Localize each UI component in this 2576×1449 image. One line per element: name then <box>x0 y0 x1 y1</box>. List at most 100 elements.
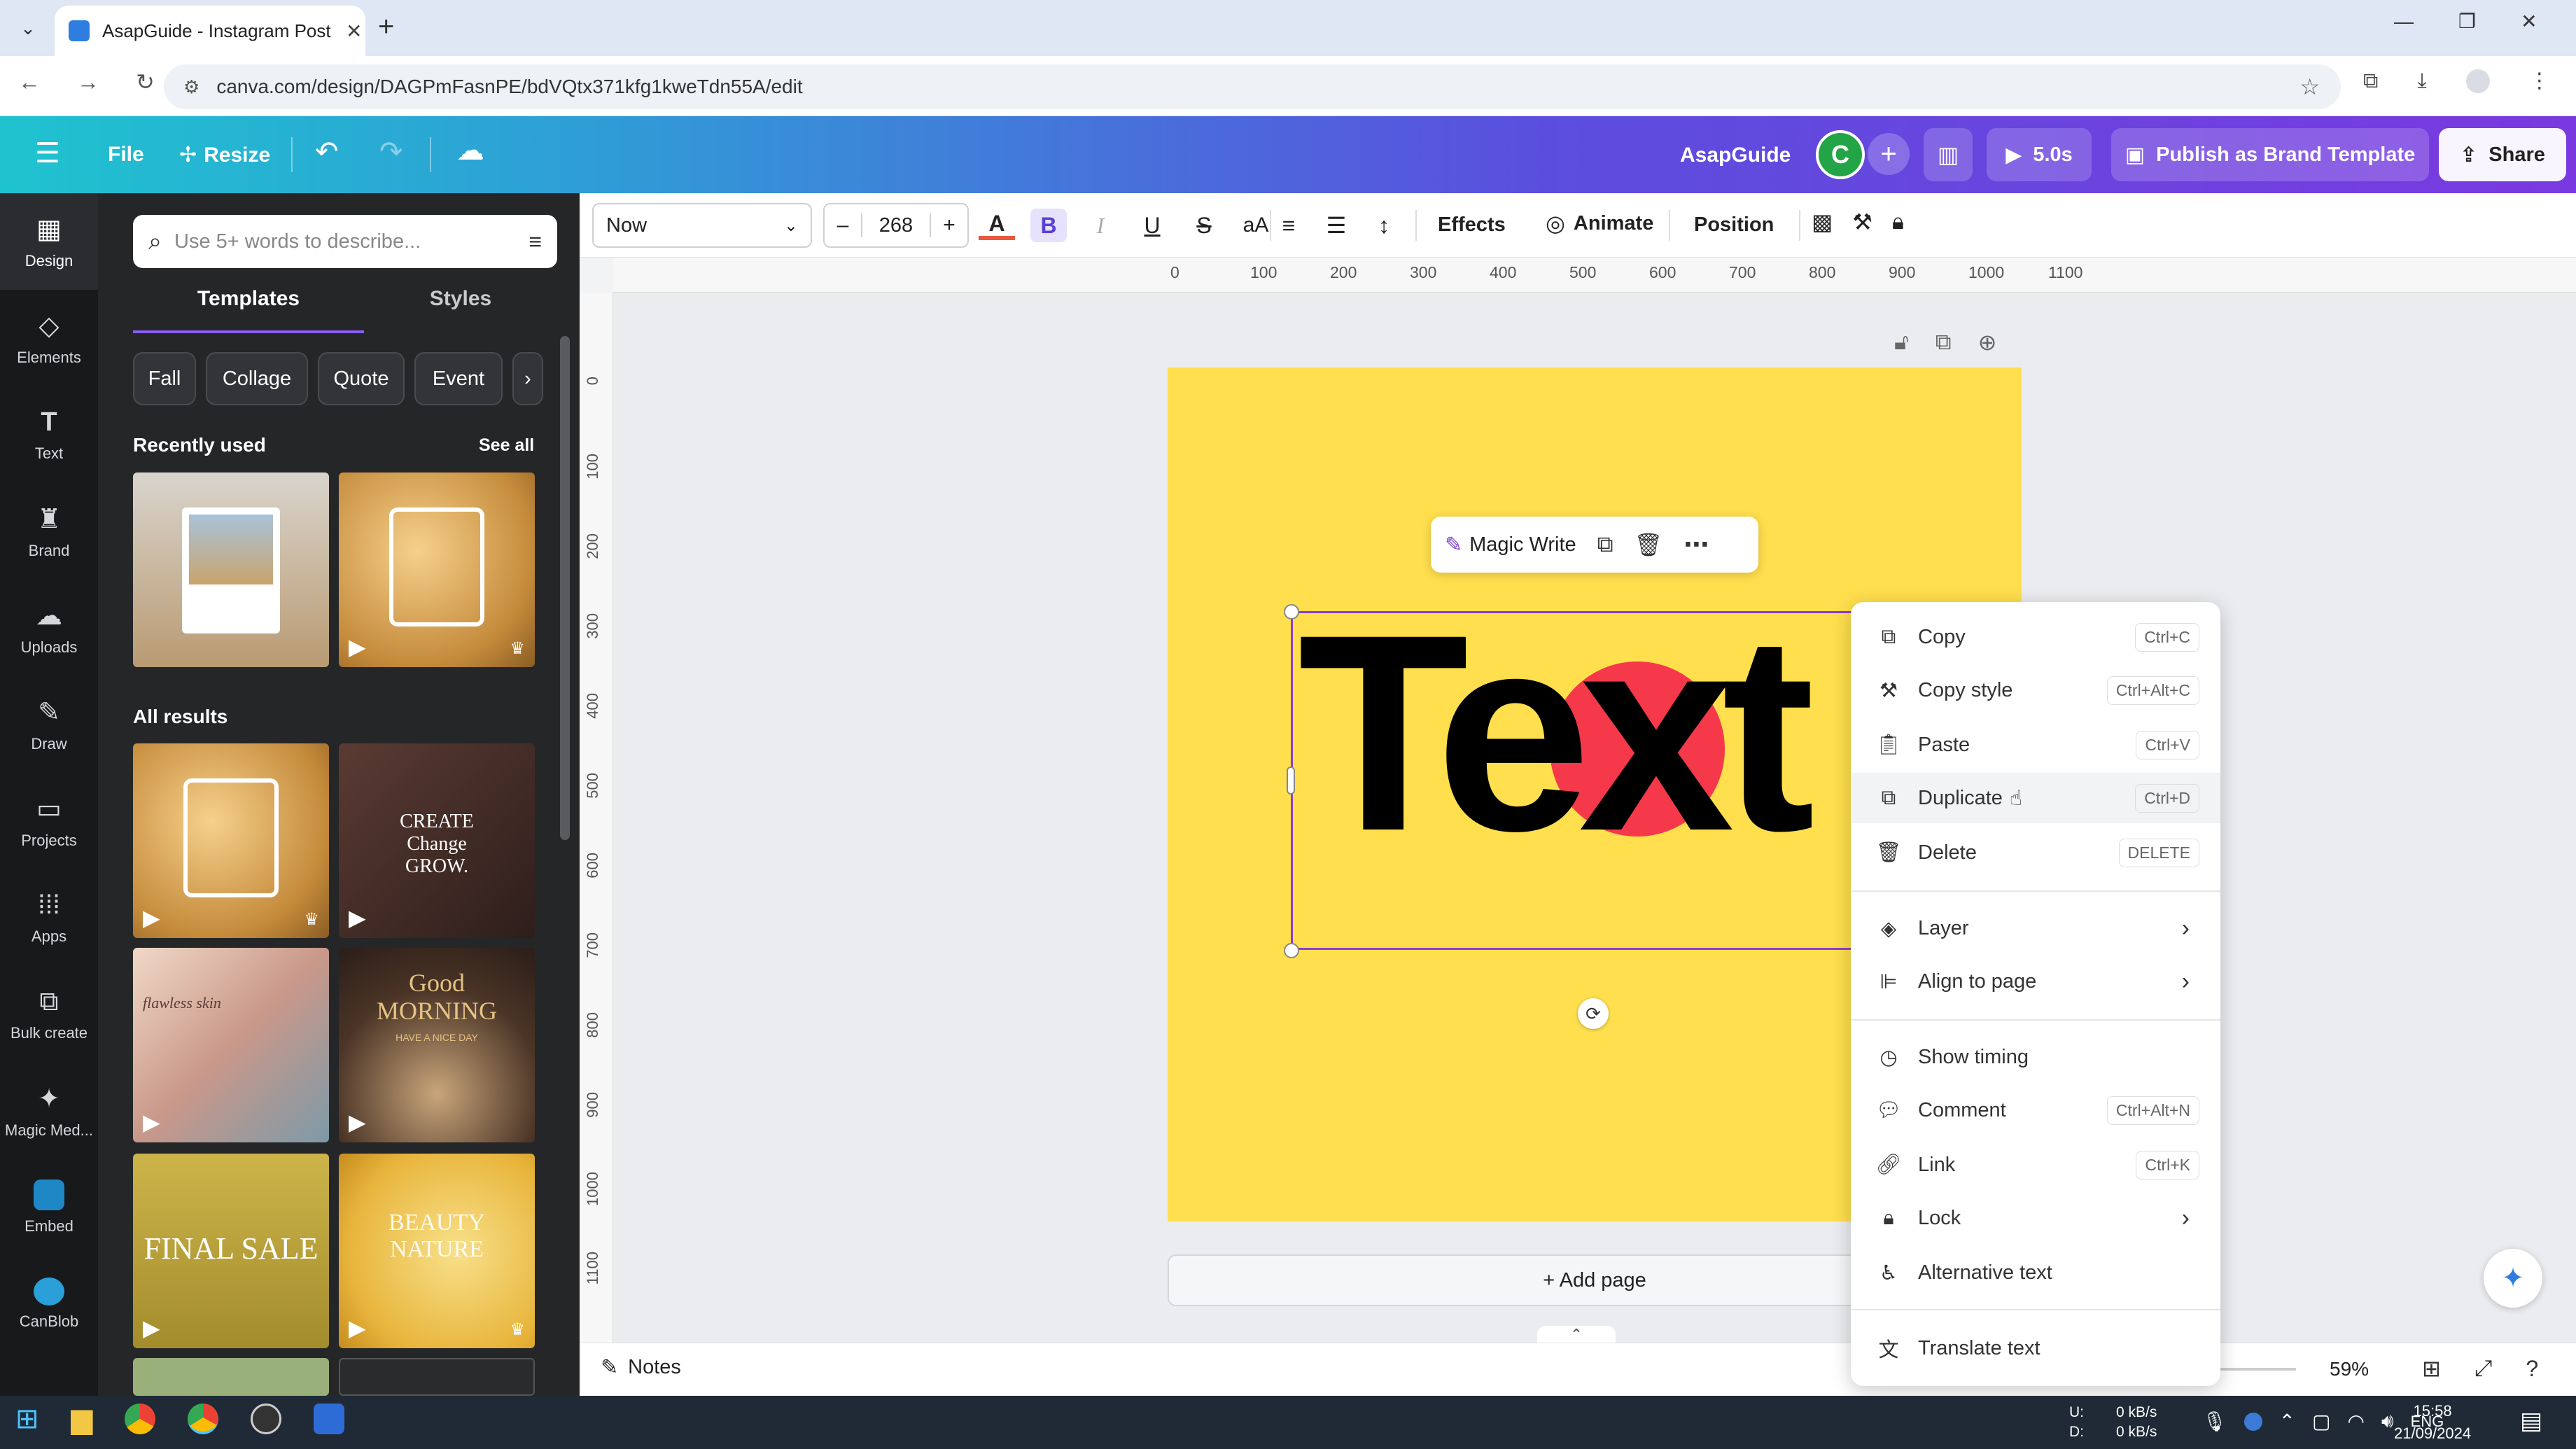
tab-styles[interactable]: Styles <box>364 287 557 333</box>
pages-expand-handle[interactable]: ⌃ <box>1537 1326 1616 1343</box>
profile-avatar[interactable] <box>2465 69 2490 93</box>
rail-item-draw[interactable]: ✎ Draw <box>0 676 98 773</box>
panel-scrollbar[interactable] <box>560 336 570 840</box>
template-thumbnail[interactable]: BEAUTY NATURE ▶ ♛ <box>339 1154 535 1348</box>
tab-close-icon[interactable]: ✕ <box>346 20 362 43</box>
share-button[interactable]: ⇪ Share <box>2439 128 2566 181</box>
underline-icon[interactable]: U <box>1134 213 1170 239</box>
menu-item-delete[interactable]: 🗑︎ Delete DELETE <box>1851 827 2220 878</box>
template-thumbnail[interactable] <box>133 1358 329 1396</box>
bookmark-star-icon[interactable]: ☆ <box>2300 74 2320 100</box>
rail-item-brand[interactable]: ♜ Brand <box>0 483 98 580</box>
duplicate-icon[interactable]: ⧉ <box>1597 531 1614 558</box>
file-explorer-icon[interactable]: ▆ <box>71 1403 93 1435</box>
notes-button[interactable]: ✎ Notes <box>601 1355 681 1380</box>
rail-item-bulk-create[interactable]: ⧉ Bulk create <box>0 966 98 1063</box>
magic-assistant-button[interactable]: ✦ <box>2484 1249 2542 1308</box>
template-thumbnail[interactable] <box>339 1358 535 1396</box>
chevron-up-icon[interactable]: ⌃ <box>2279 1410 2295 1433</box>
selection-box[interactable] <box>1291 611 1893 950</box>
template-thumbnail[interactable]: FINAL SALE ▶ <box>133 1154 329 1348</box>
hamburger-menu-icon[interactable]: ☰ <box>35 137 60 169</box>
letter-case-icon[interactable]: aA <box>1238 214 1274 237</box>
wifi-icon[interactable]: ◠ <box>2347 1410 2364 1433</box>
menu-item-translate-text[interactable]: 文 Translate text <box>1851 1323 2220 1373</box>
menu-item-layer[interactable]: ◈ Layer › <box>1851 903 2220 953</box>
clock[interactable]: 15:58 21/09/2024 <box>2394 1400 2471 1445</box>
effects-button[interactable]: Effects <box>1438 214 1506 237</box>
resize-handle[interactable] <box>1284 604 1299 620</box>
rail-item-canblob[interactable]: CanBlob <box>0 1256 98 1352</box>
menu-item-alternative-text[interactable]: ♿︎ Alternative text <box>1851 1247 2220 1298</box>
rotate-handle[interactable]: ⟳ <box>1578 998 1609 1029</box>
template-thumbnail[interactable]: ▶ ♛ <box>339 472 535 667</box>
animate-button[interactable]: ◎ Animate <box>1546 210 1653 237</box>
trash-icon[interactable]: 🗑︎ <box>1634 531 1663 558</box>
strikethrough-icon[interactable]: S <box>1186 213 1222 239</box>
insights-button[interactable]: ▥ <box>1924 128 1973 181</box>
menu-item-paste[interactable]: 📋︎ Paste Ctrl+V <box>1851 720 2220 770</box>
see-all-link[interactable]: See all <box>479 435 534 456</box>
page-add-icon[interactable]: ⊕ <box>1978 329 1997 356</box>
restore-icon[interactable]: ❐ <box>2458 10 2476 33</box>
template-thumbnail[interactable] <box>133 472 329 667</box>
tray-app-icon[interactable]: ▢ <box>2312 1410 2330 1433</box>
invite-plus-button[interactable]: + <box>1868 133 1910 175</box>
cloud-saved-icon[interactable]: ☁ <box>456 134 484 167</box>
present-button[interactable]: ▶ 5.0s <box>1987 128 2092 181</box>
font-size-stepper[interactable]: – 268 + <box>823 203 969 248</box>
filter-icon[interactable]: ≡ <box>528 229 542 255</box>
site-info-icon[interactable]: ⚙ <box>183 76 200 98</box>
bold-icon[interactable]: B <box>1030 209 1067 242</box>
windows-start-icon[interactable]: ⊞ <box>15 1403 39 1435</box>
position-button[interactable]: Position <box>1694 214 1774 237</box>
chip-quote[interactable]: Quote <box>318 352 405 405</box>
rail-item-design[interactable]: ▦ Design <box>0 193 98 290</box>
download-icon[interactable]: ⤓ <box>2417 69 2426 93</box>
chrome-icon[interactable] <box>125 1404 156 1434</box>
microphone-icon[interactable]: 🎙︎ <box>2202 1410 2227 1433</box>
decrease-size-button[interactable]: – <box>825 214 862 237</box>
chip-event[interactable]: Event <box>414 352 503 405</box>
rail-item-embed[interactable]: Embed <box>0 1159 98 1256</box>
file-menu-button[interactable]: File <box>108 143 144 167</box>
new-tab-button[interactable]: + <box>378 11 394 43</box>
tray-app-icon[interactable] <box>2244 1412 2262 1431</box>
tab-templates[interactable]: Templates <box>133 287 364 333</box>
lock-icon[interactable]: 🔒︎ <box>1892 209 1904 235</box>
menu-item-lock[interactable]: 🔒︎ Lock › <box>1851 1193 2220 1243</box>
redo-icon[interactable]: ↷ <box>379 136 403 168</box>
browser-menu-icon[interactable]: ⋮ <box>2529 69 2550 93</box>
notification-icon[interactable]: ▤ <box>2520 1407 2542 1435</box>
page-lock-icon[interactable]: 🔓︎ <box>1894 329 1909 356</box>
italic-icon[interactable]: I <box>1082 213 1119 239</box>
resize-handle[interactable] <box>1284 943 1299 958</box>
volume-icon[interactable]: 🔊︎ <box>2381 1410 2394 1433</box>
text-color-icon[interactable]: A <box>979 211 1015 240</box>
rail-item-magic-media[interactable]: ✦ Magic Med... <box>0 1063 98 1159</box>
reload-icon[interactable]: ↻ <box>136 69 155 95</box>
page-duplicate-icon[interactable]: ⧉ <box>1935 329 1952 356</box>
transparency-icon[interactable]: ▩ <box>1812 209 1833 235</box>
rail-item-text[interactable]: T Text <box>0 386 98 483</box>
obs-icon[interactable] <box>251 1404 282 1434</box>
rail-item-uploads[interactable]: ☁ Uploads <box>0 580 98 676</box>
increase-size-button[interactable]: + <box>930 214 967 237</box>
grid-view-icon[interactable]: ⊞ <box>2422 1355 2441 1382</box>
close-window-icon[interactable]: ✕ <box>2521 10 2537 33</box>
menu-item-link[interactable]: 🔗︎ Link Ctrl+K <box>1851 1140 2220 1190</box>
forward-icon[interactable]: → <box>77 69 99 95</box>
publish-brand-template-button[interactable]: ▣ Publish as Brand Template <box>2111 128 2429 181</box>
tab-list-button[interactable]: ⌄ <box>14 14 42 42</box>
team-name[interactable]: AsapGuide <box>1680 144 1791 167</box>
resize-handle[interactable] <box>1287 766 1295 794</box>
menu-item-comment[interactable]: 💬︎ Comment Ctrl+Alt+N <box>1851 1085 2220 1135</box>
extensions-icon[interactable]: ⧉ <box>2363 69 2378 93</box>
menu-item-duplicate[interactable]: ⧉ Duplicate ☝ Ctrl+D <box>1851 773 2220 823</box>
spacing-icon[interactable]: ↕ <box>1369 213 1399 239</box>
paint-roller-icon[interactable]: ⚒ <box>1852 209 1872 235</box>
template-thumbnail[interactable]: Good MORNING HAVE A NICE DAY ▶ <box>339 948 535 1142</box>
rail-item-apps[interactable]: ⁞⁞⁞ Apps <box>0 869 98 966</box>
template-search-input[interactable]: ⌕ Use 5+ words to describe... ≡ <box>133 215 557 268</box>
menu-item-align-to-page[interactable]: ⊫ Align to page › <box>1851 956 2220 1007</box>
